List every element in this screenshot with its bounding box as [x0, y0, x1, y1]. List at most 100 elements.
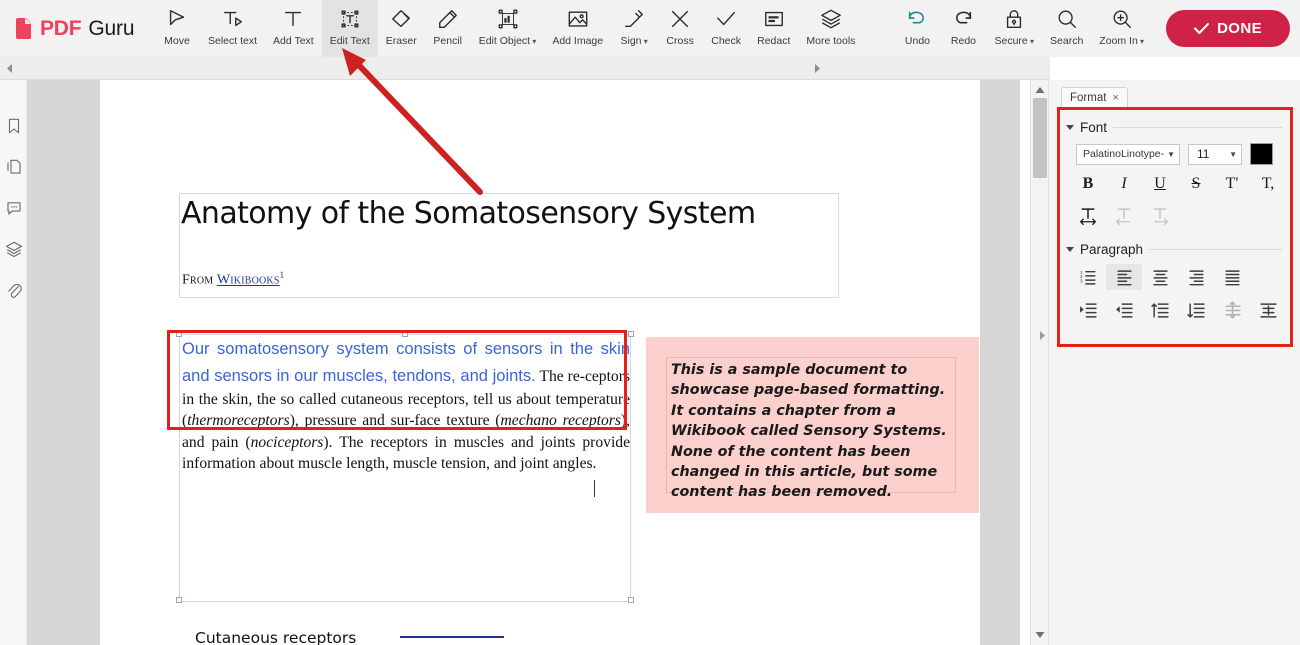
left-sidebar-icons — [0, 115, 27, 301]
tool-label: Redact — [757, 35, 791, 47]
layers-icon[interactable] — [3, 238, 25, 260]
edit-object-icon — [497, 6, 519, 32]
tool-add-image[interactable]: Add Image — [544, 0, 611, 57]
tool-label: Search — [1050, 35, 1084, 47]
pdf-document-icon — [16, 18, 33, 39]
panel-collapse-arrow-icon[interactable] — [1038, 330, 1047, 341]
tool-secure[interactable]: Secure ▾ — [986, 0, 1042, 57]
logo-guru-text: Guru — [88, 16, 135, 40]
layers-more-icon — [820, 6, 842, 32]
tool-edit-object[interactable]: Edit Object ▾ — [471, 0, 545, 57]
check-icon — [715, 6, 737, 32]
check-icon — [1194, 23, 1210, 34]
document-left-gutter — [27, 80, 95, 645]
tool-edit-text[interactable]: Edit Text — [321, 0, 378, 57]
from-prefix: From — [182, 272, 217, 288]
tool-label: Edit Text — [329, 35, 370, 47]
close-icon[interactable]: × — [1112, 92, 1118, 104]
body-italic-3: nociceptors — [250, 433, 324, 451]
add-text-icon — [282, 6, 304, 32]
app-logo[interactable]: PDF Guru — [0, 0, 150, 57]
eraser-icon — [390, 6, 412, 32]
scroll-down-arrow-icon[interactable] — [1035, 631, 1045, 639]
chevron-down-icon: ▾ — [641, 37, 648, 46]
callout-highlight-area[interactable]: This is a sample document to showcase pa… — [646, 337, 979, 513]
cursor-arrow-icon — [166, 6, 188, 32]
wikibooks-link[interactable]: Wikibooks — [217, 273, 280, 288]
horizontal-scrollbar[interactable] — [0, 57, 1050, 80]
edit-text-icon — [339, 6, 361, 32]
primary-tool-group: Move Select text Add Text Edit Text Eraser Pe… — [154, 0, 863, 57]
tool-label: Add Text — [273, 35, 314, 47]
tool-label: More tools — [806, 35, 856, 47]
done-button[interactable]: DONE — [1166, 10, 1290, 47]
tool-label: Add Image — [552, 35, 604, 47]
pages-icon[interactable] — [3, 156, 25, 178]
logo-pdf-text: PDF — [40, 16, 82, 40]
tool-undo[interactable]: Undo — [894, 0, 940, 57]
undo-icon — [906, 6, 928, 32]
format-tab-label: Format — [1070, 91, 1107, 104]
pencil-icon — [437, 6, 459, 32]
section-heading: Cutaneous receptors — [195, 629, 357, 645]
attachment-icon[interactable] — [3, 279, 25, 301]
title-text-block[interactable]: Anatomy of the Somatosensory System From… — [179, 193, 839, 298]
scroll-left-arrow-icon[interactable] — [5, 63, 14, 74]
resize-handle-bl[interactable] — [176, 597, 182, 603]
top-toolbar: PDF Guru Move Select text Add Text Edit Tex… — [0, 0, 1300, 57]
tool-label: Move — [164, 35, 190, 47]
chevron-down-icon: ▾ — [1027, 37, 1035, 46]
scroll-right-arrow-icon[interactable] — [813, 63, 822, 74]
cross-icon — [669, 6, 691, 32]
tool-move[interactable]: Move — [154, 0, 200, 57]
tool-search[interactable]: Search — [1042, 0, 1091, 57]
redact-icon — [763, 6, 785, 32]
tool-select-text[interactable]: Select text — [200, 0, 265, 57]
scroll-up-arrow-icon[interactable] — [1035, 86, 1045, 94]
tool-label: Pencil — [433, 35, 463, 47]
tool-check[interactable]: Check — [703, 0, 749, 57]
tool-label: Zoom In ▾ — [1099, 35, 1145, 47]
tool-cross[interactable]: Cross — [657, 0, 703, 57]
text-cursor — [594, 480, 595, 497]
footnote-marker: 1 — [279, 270, 285, 280]
search-icon — [1056, 6, 1078, 32]
redo-icon — [952, 6, 974, 32]
select-text-icon — [222, 6, 244, 32]
heading-underline-rule — [400, 636, 504, 638]
document-source-line: From Wikibooks1 — [182, 270, 284, 289]
resize-handle-br[interactable] — [628, 597, 634, 603]
format-tab[interactable]: Format × — [1061, 87, 1128, 107]
tool-label: Eraser — [385, 35, 417, 47]
tool-label: Check — [711, 35, 741, 47]
secondary-tool-group: Undo Redo Secure ▾ Search Zoom In ▾ DONE — [894, 0, 1300, 57]
tool-eraser[interactable]: Eraser — [378, 0, 425, 57]
callout-note-text: This is a sample document to showcase pa… — [666, 357, 956, 500]
tool-sign[interactable]: Sign ▾ — [611, 0, 657, 57]
tool-redact[interactable]: Redact — [749, 0, 798, 57]
document-vertical-scrollbar[interactable] — [1030, 80, 1048, 645]
tool-redo[interactable]: Redo — [940, 0, 986, 57]
scrollbar-thumb[interactable] — [1033, 98, 1047, 178]
tool-zoom-in[interactable]: Zoom In ▾ — [1091, 0, 1152, 57]
comment-icon[interactable] — [3, 197, 25, 219]
tool-pencil[interactable]: Pencil — [425, 0, 471, 57]
image-icon — [567, 6, 589, 32]
tool-label: Secure ▾ — [994, 35, 1035, 47]
tool-more-tools[interactable]: More tools — [798, 0, 863, 57]
tool-label: Cross — [666, 35, 694, 47]
tool-label: Sign ▾ — [620, 35, 648, 47]
sign-icon — [623, 6, 645, 32]
lock-icon — [1003, 6, 1025, 32]
chevron-down-icon: ▾ — [1137, 37, 1145, 46]
tool-label: Redo — [950, 35, 977, 47]
tool-label: Edit Object ▾ — [478, 35, 537, 47]
highlight-rect-body-text — [167, 330, 627, 430]
highlight-rect-format-panel — [1057, 107, 1293, 347]
bookmark-icon[interactable] — [3, 115, 25, 137]
tool-label: Select text — [208, 35, 258, 47]
tool-add-text[interactable]: Add Text — [265, 0, 322, 57]
chevron-down-icon: ▾ — [530, 37, 537, 46]
zoom-in-icon — [1111, 6, 1133, 32]
tool-label: Undo — [904, 35, 931, 47]
